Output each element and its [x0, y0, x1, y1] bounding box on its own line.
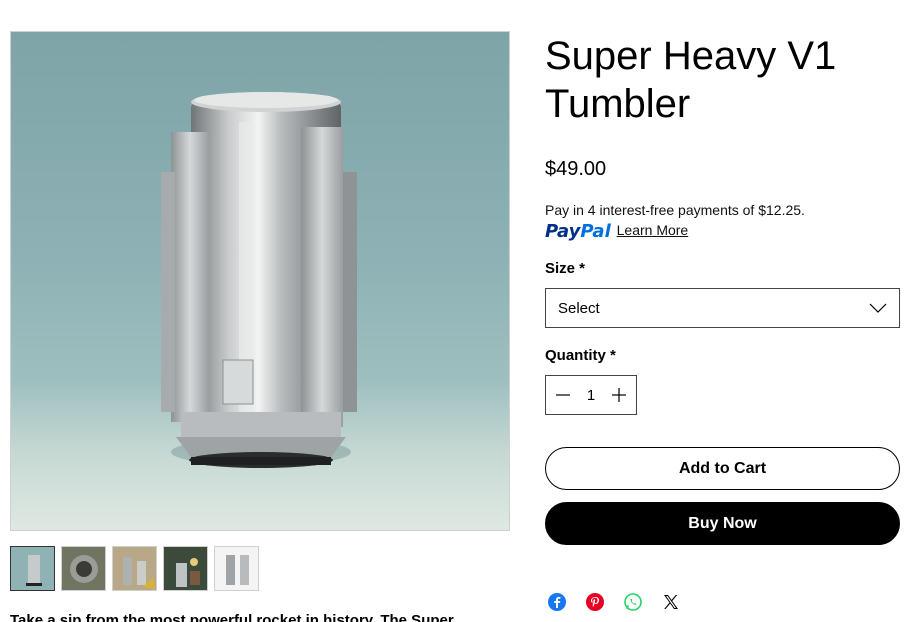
tumbler-image: [161, 92, 357, 468]
paypal-logo-pay: Pay: [545, 221, 581, 242]
product-main-image[interactable]: [10, 31, 510, 531]
paypal-learn-more-link[interactable]: Learn More: [617, 222, 689, 238]
thumbnail-4[interactable]: [163, 546, 208, 591]
paypal-message-text: Pay in 4 interest-free payments of: [545, 202, 755, 218]
plus-icon[interactable]: [610, 386, 628, 404]
paypal-installment-amount: $12.25.: [758, 202, 805, 218]
thumbnail-strip: [10, 546, 259, 591]
minus-icon[interactable]: [554, 386, 572, 404]
product-title: Super Heavy V1 Tumbler: [545, 34, 837, 126]
chevron-down-icon: [869, 300, 887, 317]
share-bar: [547, 592, 681, 612]
thumbnail-2[interactable]: [61, 546, 106, 591]
quantity-stepper: 1: [545, 375, 637, 415]
paypal-logo-pal: Pal: [580, 221, 611, 242]
thumbnail-3[interactable]: [112, 546, 157, 591]
quantity-input[interactable]: 1: [581, 387, 601, 404]
facebook-icon[interactable]: [547, 592, 567, 612]
add-to-cart-button[interactable]: Add to Cart: [545, 447, 900, 490]
size-select-value: Select: [558, 299, 600, 317]
product-description: Take a sip from the most powerful rocket…: [10, 612, 454, 622]
quantity-label: Quantity *: [545, 347, 616, 364]
thumbnail-5[interactable]: [214, 546, 259, 591]
whatsapp-icon[interactable]: [623, 592, 643, 612]
size-select[interactable]: Select: [545, 288, 900, 328]
buy-now-button[interactable]: Buy Now: [545, 502, 900, 545]
thumbnail-1[interactable]: [10, 546, 55, 591]
product-price: $49.00: [545, 158, 607, 180]
x-icon[interactable]: [661, 592, 681, 612]
paypal-message: Pay in 4 interest-free payments of $12.2…: [545, 200, 805, 242]
pinterest-icon[interactable]: [585, 592, 605, 612]
size-label: Size *: [545, 260, 586, 277]
paypal-logo: PayPal: [545, 221, 611, 242]
